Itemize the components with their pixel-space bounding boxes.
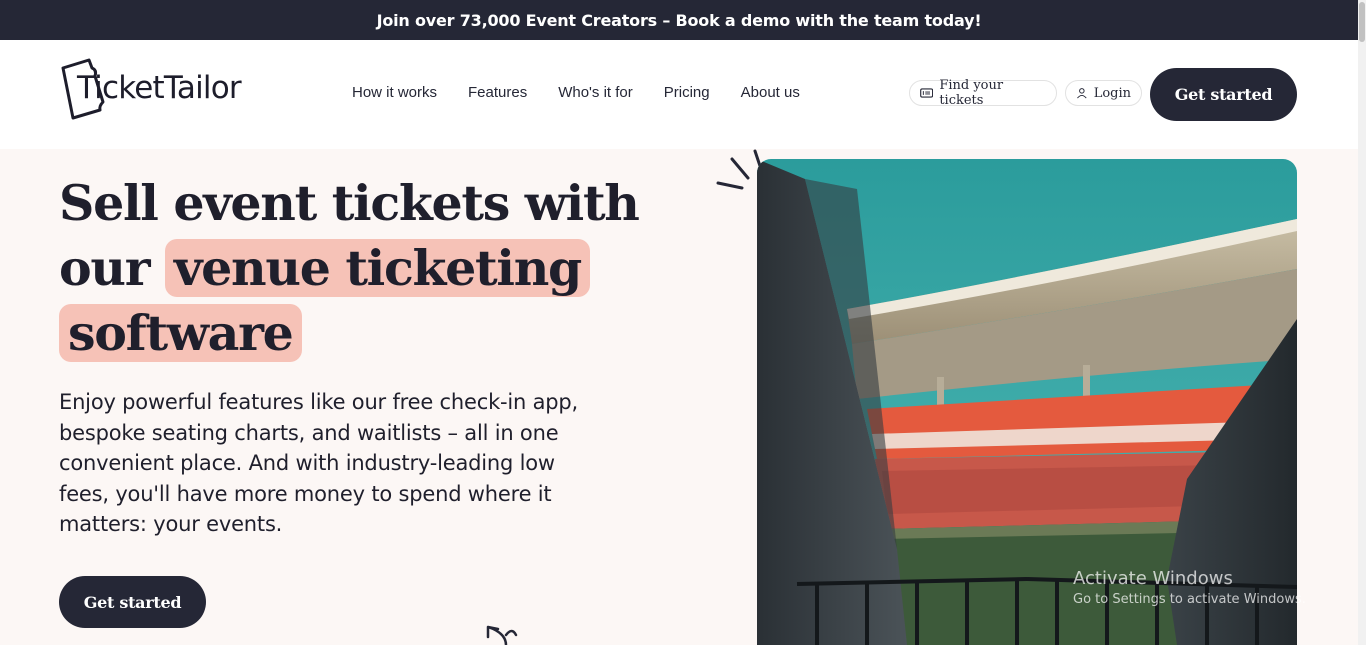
hero-description: Enjoy powerful features like our free ch…: [59, 390, 579, 536]
find-tickets-label: Find your tickets: [939, 78, 1004, 108]
nav-whos-it-for[interactable]: Who's it for: [558, 84, 633, 101]
announcement-text[interactable]: Join over 73,000 Event Creators – Book a…: [377, 11, 982, 30]
nav-about-us[interactable]: About us: [741, 84, 800, 101]
stadium-photo: [757, 159, 1297, 645]
announcement-bar[interactable]: Join over 73,000 Event Creators – Book a…: [0, 0, 1358, 40]
nav-pricing[interactable]: Pricing: [664, 84, 710, 101]
hero-title-highlight: venue ticketing: [165, 239, 590, 297]
hero-title-highlight-2: software: [59, 304, 302, 362]
hero-title: Sell event tickets with our venue ticket…: [59, 171, 699, 366]
site-header: TicketTailor How it works Features Who's…: [0, 40, 1358, 149]
hero-section: Sell event tickets with our venue ticket…: [0, 149, 1358, 645]
user-icon: [1077, 88, 1087, 99]
nav-how-it-works[interactable]: How it works: [352, 84, 437, 101]
logo-text: TicketTailor: [77, 70, 242, 106]
login-label: Login: [1093, 85, 1131, 101]
hero-get-started-button[interactable]: Get started: [59, 576, 206, 628]
arrow-icon: [486, 625, 518, 645]
ticket-icon: [920, 88, 934, 98]
hero-title-line1: Sell event tickets with: [59, 174, 640, 232]
nav-features[interactable]: Features: [468, 84, 527, 101]
page-scrollbar[interactable]: [1358, 0, 1366, 645]
hero-title-our: our: [59, 239, 151, 297]
logo[interactable]: TicketTailor: [59, 54, 242, 124]
scrollbar-thumb[interactable]: [1359, 2, 1365, 42]
header-get-started-button[interactable]: Get started: [1150, 68, 1297, 121]
main-nav: How it works Features Who's it for Prici…: [352, 84, 831, 101]
find-tickets-button[interactable]: Find your tickets: [909, 78, 1057, 108]
login-button[interactable]: Login: [1065, 80, 1142, 106]
